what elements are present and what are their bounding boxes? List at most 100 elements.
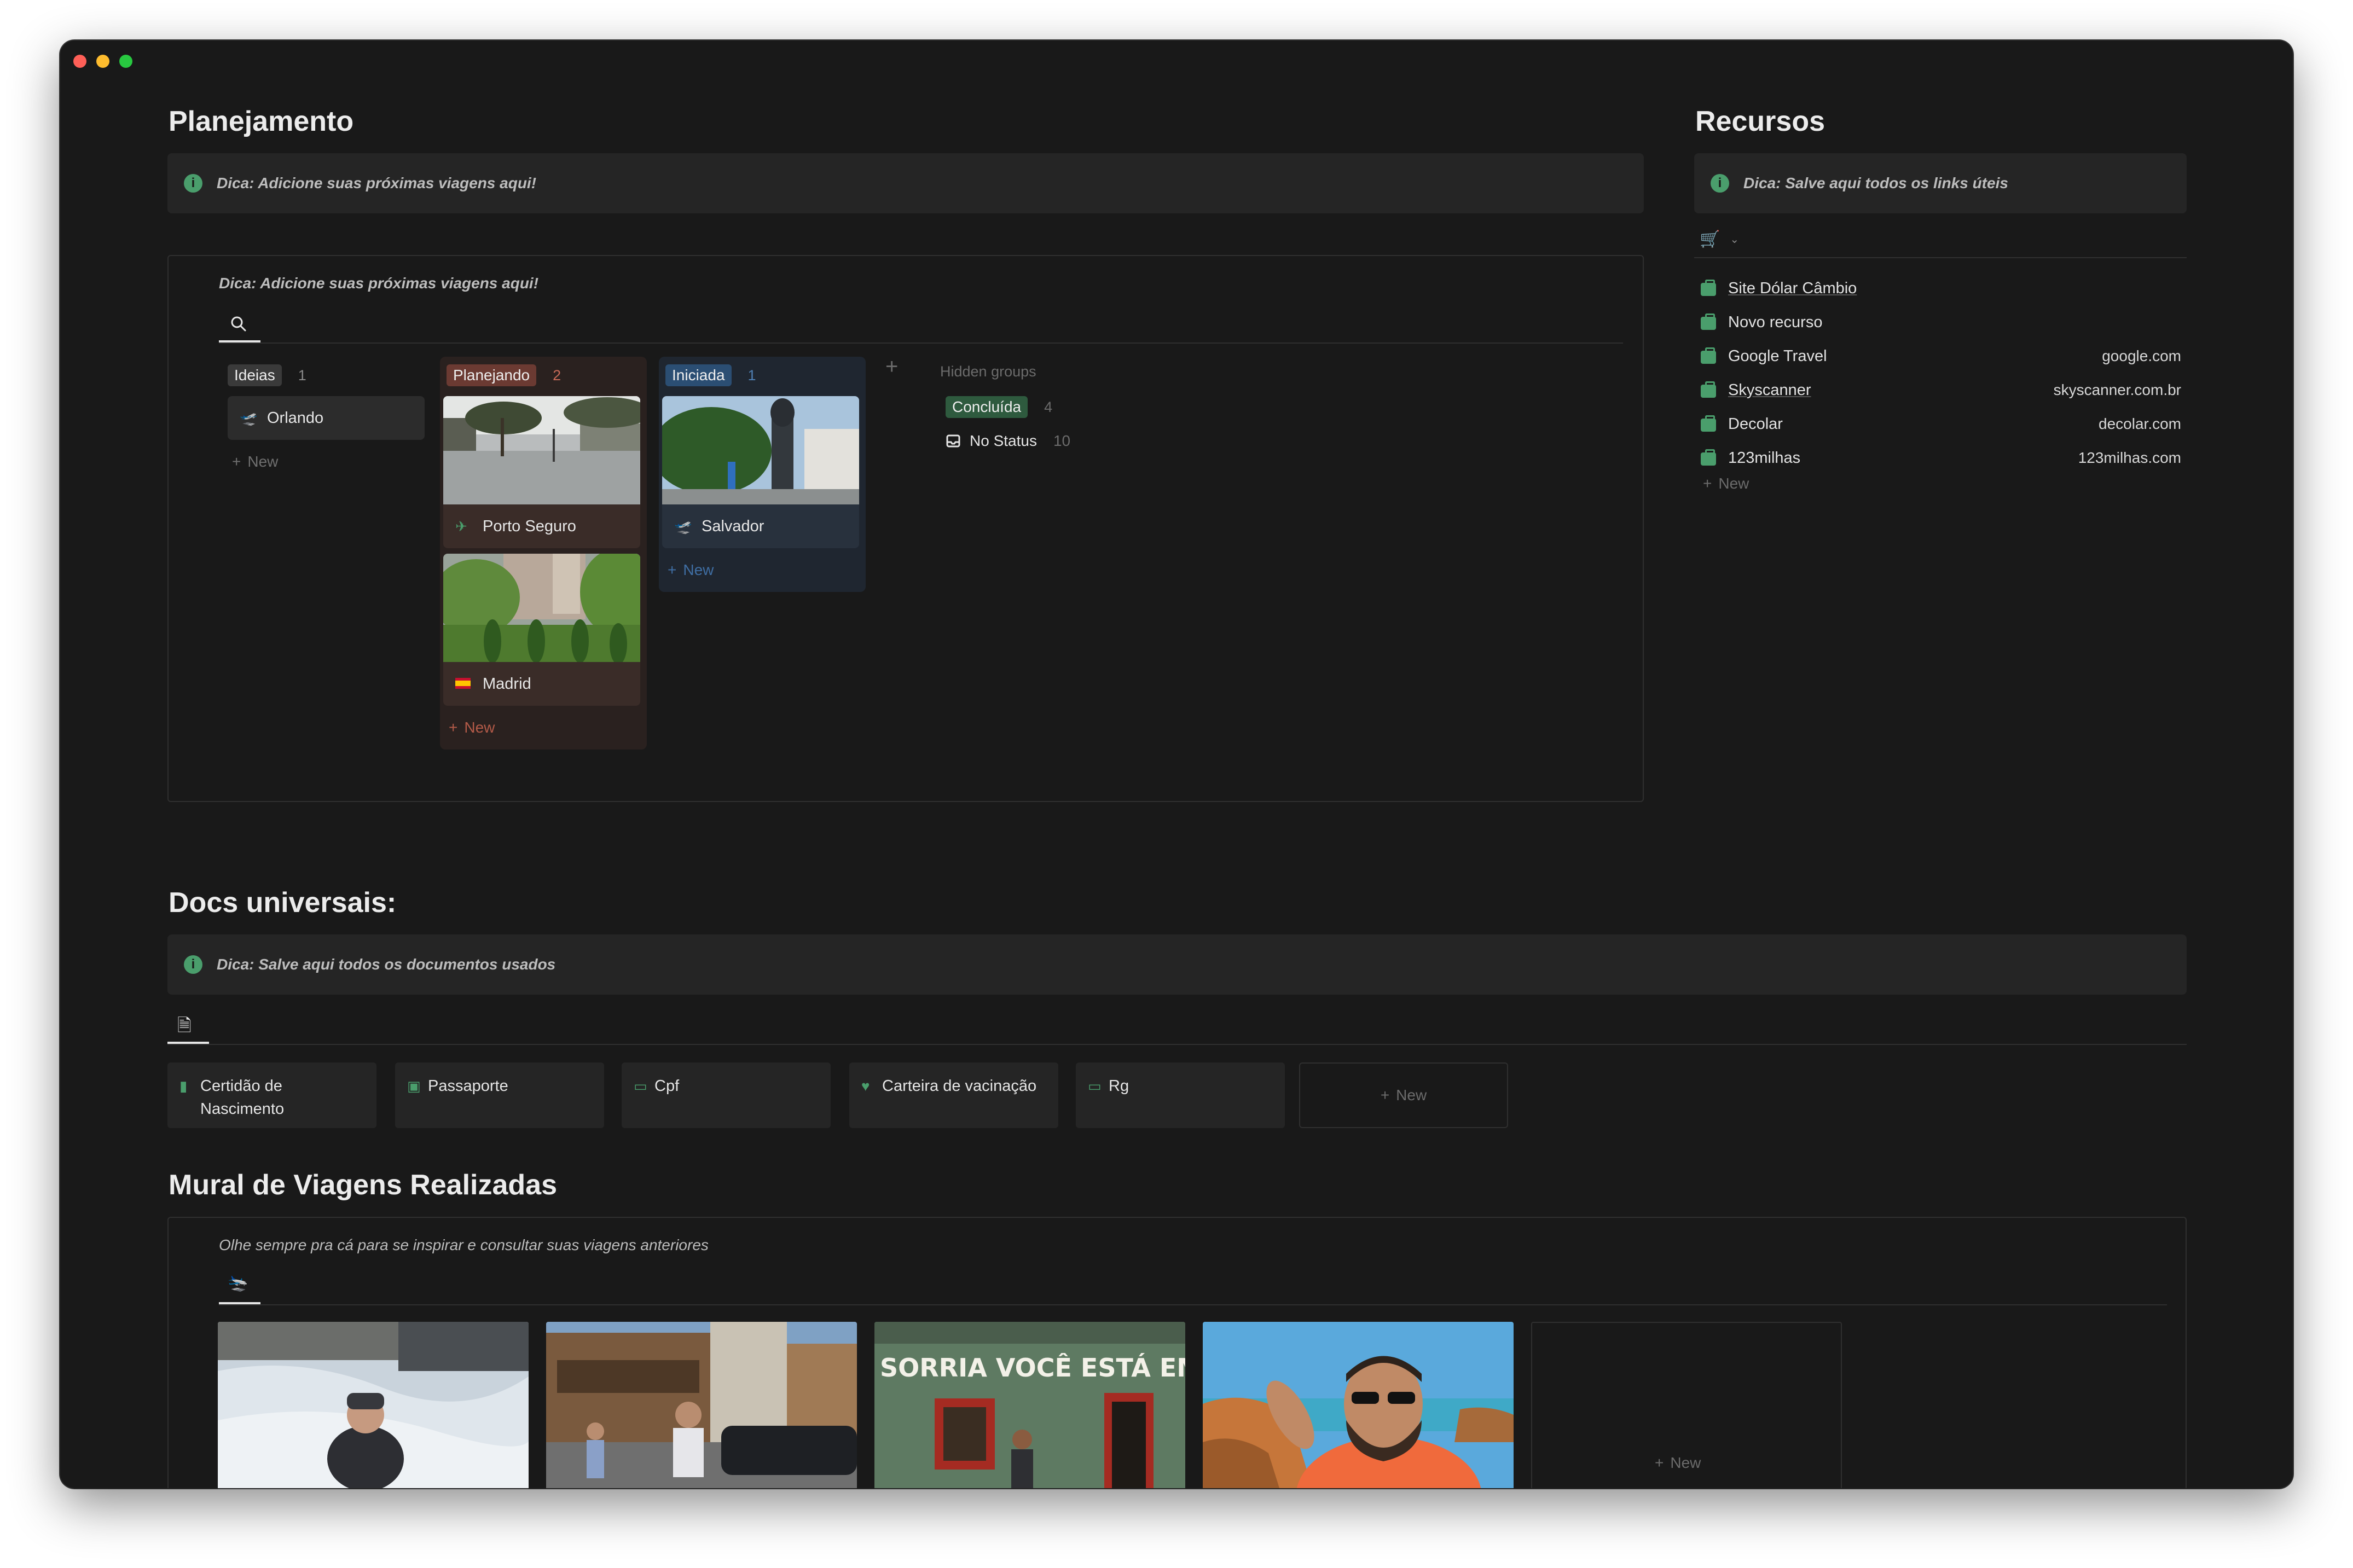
new-mural-card[interactable]: + New (1531, 1322, 1842, 1488)
doc-card-certidao[interactable]: ▮ Certidão de Nascimento (167, 1062, 376, 1128)
board-view-tabs (219, 304, 1623, 344)
card-title-row: Madrid (443, 662, 640, 706)
recurso-row[interactable]: Skyscanner skyscanner.com.br (1700, 373, 2181, 407)
card-title: Orlando (267, 409, 324, 427)
status-tag-concluida: Concluída (946, 396, 1028, 418)
planejamento-tip-callout: i Dica: Adicione suas próximas viagens a… (167, 153, 1644, 213)
board-column-ideias: Ideias 1 🛫 Orlando + New (221, 357, 428, 488)
recursos-view-selector[interactable]: 🛒 ⌄ (1700, 230, 1739, 249)
new-card-button[interactable]: + New (232, 453, 278, 471)
board-card-salvador[interactable]: 🛫 Salvador (662, 396, 859, 548)
hidden-group-count: 10 (1053, 432, 1071, 449)
recurso-url[interactable]: google.com (2102, 347, 2181, 365)
docs-tip-text: Dica: Salve aqui todos os documentos usa… (217, 956, 556, 973)
passport-icon: ▣ (407, 1078, 421, 1094)
spain-flag-icon (455, 676, 475, 693)
doc-card-passaporte[interactable]: ▣ Passaporte (395, 1062, 604, 1128)
hidden-group-count: 4 (1044, 398, 1053, 415)
board-card-porto-seguro[interactable]: ✈ Porto Seguro (443, 396, 640, 548)
docs-view-tabs: 🗎 (167, 1006, 2187, 1045)
board-card-orlando[interactable]: 🛫 Orlando (228, 396, 425, 440)
recurso-url[interactable]: 123milhas.com (2078, 449, 2181, 467)
board-search-tab[interactable] (219, 304, 260, 342)
board-column-iniciada: Iniciada 1 🛫 Salvador + New (659, 357, 866, 592)
planejamento-board: Dica: Adicione suas próximas viagens aqu… (167, 255, 1644, 802)
recurso-name: Novo recurso (1728, 313, 1823, 331)
document-icon: ▮ (179, 1078, 188, 1094)
recurso-name: Google Travel (1728, 347, 1827, 365)
mural-photo-beach[interactable] (1203, 1322, 1514, 1488)
mural-photo-street[interactable] (546, 1322, 857, 1488)
new-label: New (1396, 1087, 1427, 1104)
mural-view-tabs: 🛬 (219, 1266, 2167, 1305)
caraiva-wall-text: SORRIA VOCÊ ESTÁ EM CARAÍVA (880, 1353, 1185, 1383)
docs-heading: Docs universais: (169, 887, 397, 919)
recurso-url[interactable]: decolar.com (2099, 415, 2181, 433)
status-tag-planejando[interactable]: Planejando (447, 364, 537, 386)
board-note: Dica: Adicione suas próximas viagens aqu… (219, 275, 539, 292)
briefcase-icon (1700, 280, 1718, 297)
airplane-departure-icon: 🛫 (674, 518, 692, 535)
airplane-icon: ✈ (455, 518, 467, 535)
inbox-icon (946, 434, 960, 448)
hidden-group-no-status[interactable]: No Status 10 (946, 432, 1070, 450)
card-title-row: 🛫 Orlando (228, 396, 425, 440)
window-controls (73, 55, 132, 68)
new-mural-button[interactable]: + New (1655, 1454, 1701, 1472)
mural-photo-caraiva[interactable]: SORRIA VOCÊ ESTÁ EM CARAÍVA (874, 1322, 1185, 1488)
heart-icon: ♥ (861, 1078, 870, 1094)
doc-title: Certidão de Nascimento (200, 1077, 285, 1118)
recursos-view-tabs: 🛒 ⌄ (1694, 220, 2187, 258)
doc-card-rg[interactable]: ▭ Rg (1076, 1062, 1285, 1128)
minimize-window-button[interactable] (96, 55, 109, 68)
docs-tip-callout: i Dica: Salve aqui todos os documentos u… (167, 934, 2187, 995)
recursos-list: Site Dólar Câmbio Novo recurso Google Tr… (1700, 271, 2181, 501)
docs-gallery-tab[interactable]: 🗎 (167, 1006, 209, 1044)
document-icon: 🗎 (177, 1015, 192, 1035)
column-header: Iniciada 1 (665, 364, 756, 386)
briefcase-icon (1700, 381, 1718, 398)
salvador-photo (662, 396, 859, 504)
app-window: Planejamento i Dica: Adicione suas próxi… (60, 40, 2293, 1488)
mural-gallery-tab[interactable]: 🛬 (219, 1266, 260, 1304)
board-card-madrid[interactable]: Madrid (443, 554, 640, 706)
new-card-button[interactable]: + New (668, 561, 714, 579)
luggage-cart-icon: 🛒 (1700, 230, 1720, 248)
search-icon[interactable] (230, 315, 247, 333)
hidden-groups-label: Hidden groups (940, 363, 1036, 380)
status-tag-iniciada[interactable]: Iniciada (665, 364, 732, 386)
new-card-button[interactable]: + New (449, 719, 495, 736)
status-tag-ideias[interactable]: Ideias (228, 364, 282, 386)
add-group-button[interactable]: + (885, 355, 898, 379)
zoom-window-button[interactable] (119, 55, 132, 68)
mural-note: Olhe sempre pra cá para se inspirar e co… (219, 1236, 709, 1253)
chevron-down-icon: ⌄ (1730, 234, 1740, 246)
card-title: Salvador (702, 517, 764, 535)
new-recurso-button[interactable]: + New (1703, 475, 1749, 492)
recurso-row[interactable]: 123milhas 123milhas.com (1700, 441, 2181, 475)
new-label: New (1718, 475, 1749, 492)
recurso-row[interactable]: Google Travel google.com (1700, 339, 2181, 373)
column-header: Ideias 1 (228, 364, 306, 386)
column-count: 2 (553, 367, 561, 384)
card-title: Madrid (483, 675, 531, 693)
porto-seguro-photo (443, 396, 640, 504)
recurso-row[interactable]: Decolar decolar.com (1700, 407, 2181, 441)
recurso-url[interactable]: skyscanner.com.br (2054, 381, 2181, 399)
card-title-row: ✈ Porto Seguro (443, 504, 640, 548)
recurso-row[interactable]: Site Dólar Câmbio (1700, 271, 2181, 305)
new-label: New (464, 719, 495, 736)
recurso-name: Site Dólar Câmbio (1728, 279, 1857, 297)
airplane-landing-icon: 🛬 (228, 1274, 248, 1292)
doc-title: Carteira de vacinação (882, 1077, 1037, 1095)
planejamento-tip-text: Dica: Adicione suas próximas viagens aqu… (217, 175, 537, 191)
doc-card-cpf[interactable]: ▭ Cpf (622, 1062, 831, 1128)
mural-photo-snow[interactable] (218, 1322, 529, 1488)
doc-title: Rg (1109, 1077, 1129, 1095)
hidden-group-concluida[interactable]: Concluída 4 (946, 396, 1052, 418)
recurso-row[interactable]: Novo recurso (1700, 305, 2181, 339)
new-doc-button[interactable]: + New (1299, 1062, 1508, 1128)
doc-card-vacinacao[interactable]: ♥ Carteira de vacinação (849, 1062, 1058, 1128)
info-icon: i (184, 955, 202, 974)
close-window-button[interactable] (73, 55, 86, 68)
